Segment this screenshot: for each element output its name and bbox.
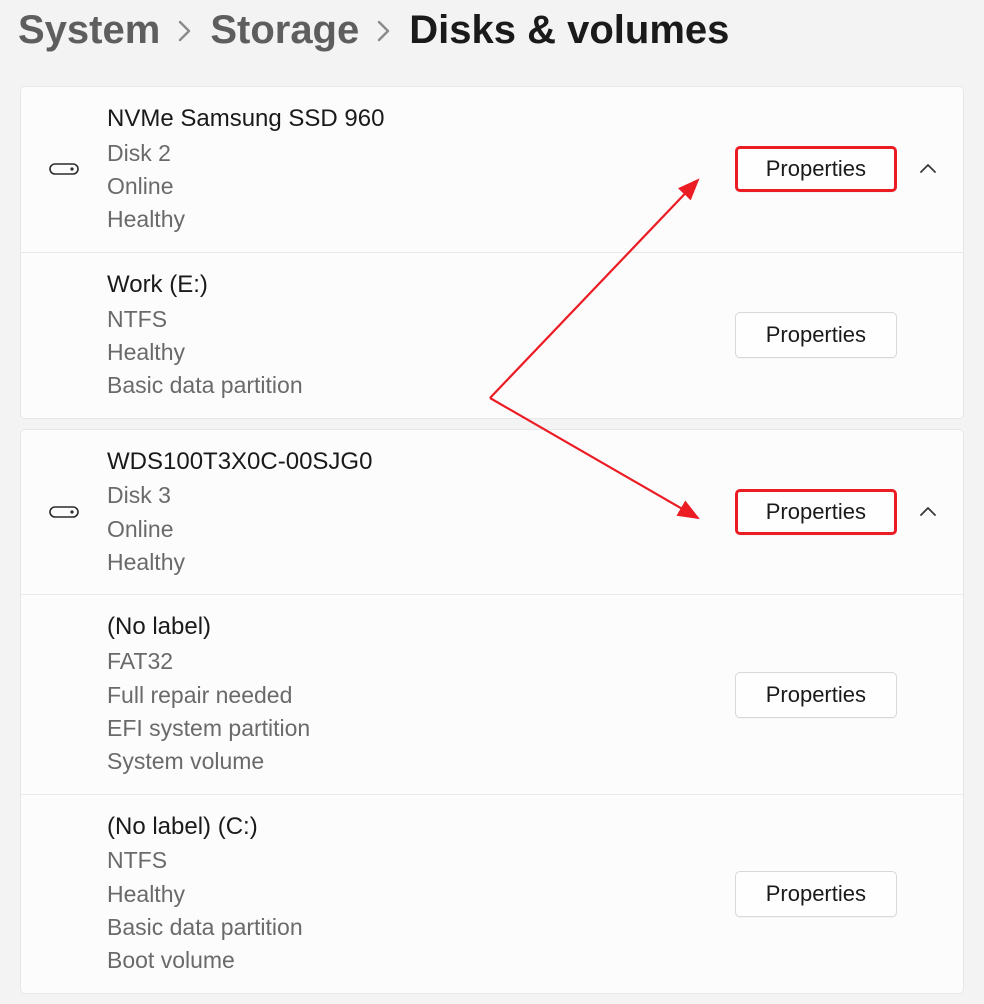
volume-subline: Basic data partition [107,911,735,944]
breadcrumb-item-storage[interactable]: Storage [210,10,359,50]
disk-icon [49,506,107,518]
chevron-up-icon[interactable] [919,160,937,178]
properties-button[interactable]: Properties [735,871,897,917]
volume-title: (No label) (C:) [107,810,735,845]
disk-group: NVMe Samsung SSD 960 Disk 2 Online Healt… [20,86,964,419]
disk-subline: Online [107,170,735,203]
volume-subline: Basic data partition [107,369,735,402]
disk-subline: Healthy [107,546,735,579]
volume-subline: Boot volume [107,944,735,977]
volume-title: (No label) [107,610,735,645]
volume-row: Work (E:) NTFS Healthy Basic data partit… [21,253,963,418]
volume-subline: System volume [107,745,735,778]
properties-button[interactable]: Properties [735,146,897,192]
chevron-up-icon[interactable] [919,503,937,521]
breadcrumb-item-current: Disks & volumes [409,10,729,50]
properties-button[interactable]: Properties [735,672,897,718]
disk-icon [49,163,107,175]
volume-subline: NTFS [107,844,735,877]
volume-row: (No label) FAT32 Full repair needed EFI … [21,595,963,794]
disk-group: WDS100T3X0C-00SJG0 Disk 3 Online Healthy… [20,429,964,994]
disk-subline: Disk 3 [107,479,735,512]
properties-button[interactable]: Properties [735,489,897,535]
disk-row: WDS100T3X0C-00SJG0 Disk 3 Online Healthy… [21,430,963,596]
disk-subline: Online [107,513,735,546]
disk-title: NVMe Samsung SSD 960 [107,102,735,137]
volume-subline: Healthy [107,878,735,911]
volume-row: (No label) (C:) NTFS Healthy Basic data … [21,795,963,993]
breadcrumb-item-system[interactable]: System [18,10,160,50]
properties-button[interactable]: Properties [735,312,897,358]
chevron-right-icon [377,14,391,46]
disk-subline: Healthy [107,203,735,236]
disk-subline: Disk 2 [107,137,735,170]
chevron-right-icon [178,14,192,46]
volume-title: Work (E:) [107,268,735,303]
disk-title: WDS100T3X0C-00SJG0 [107,445,735,480]
volume-subline: FAT32 [107,645,735,678]
disk-row: NVMe Samsung SSD 960 Disk 2 Online Healt… [21,87,963,253]
volume-subline: Full repair needed [107,679,735,712]
volume-subline: NTFS [107,303,735,336]
volume-subline: Healthy [107,336,735,369]
breadcrumb: System Storage Disks & volumes [0,0,984,86]
volume-subline: EFI system partition [107,712,735,745]
